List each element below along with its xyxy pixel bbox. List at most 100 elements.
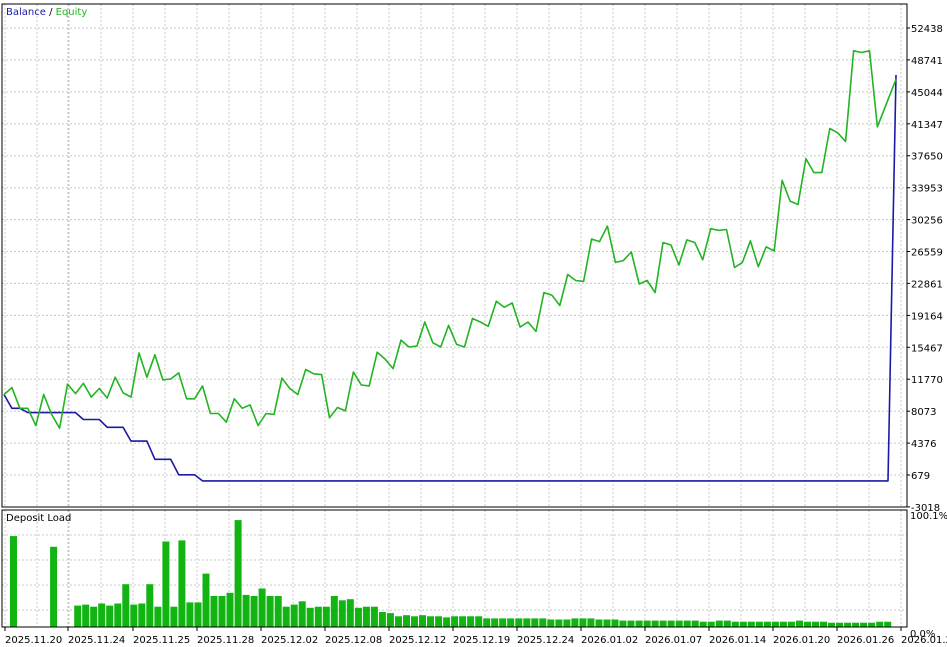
- load-bar: [771, 621, 779, 627]
- deposit-load-bars: [10, 520, 892, 627]
- legend-equity: Equity: [56, 7, 88, 18]
- load-bar: [306, 607, 314, 627]
- load-bar: [274, 596, 282, 627]
- load-bar: [579, 618, 587, 627]
- load-bar: [707, 621, 715, 627]
- load-bar: [475, 616, 483, 627]
- x-tick-label: 2026.01.07: [645, 635, 702, 646]
- x-tick-label: 2026.01.14: [709, 635, 766, 646]
- x-tick-label: 2026.01.20: [773, 635, 830, 646]
- x-tick-label: 2025.12.24: [517, 635, 574, 646]
- load-bar: [218, 596, 226, 627]
- y-tick-label: 30256: [911, 216, 943, 227]
- load-bar: [595, 619, 603, 627]
- load-bar: [186, 602, 194, 627]
- y-tick-label: 26559: [911, 248, 943, 259]
- load-bar: [226, 592, 234, 627]
- load-chart-frame: [1, 509, 908, 628]
- load-bar: [876, 621, 884, 627]
- load-bar: [106, 605, 114, 627]
- load-bar: [739, 621, 747, 627]
- load-bar: [443, 617, 451, 627]
- load-bar: [427, 616, 434, 627]
- legend-balance: Balance: [6, 7, 46, 18]
- x-tick-label: 2026.01.26: [837, 635, 894, 646]
- load-bar: [178, 540, 186, 627]
- load-bar: [74, 605, 82, 627]
- load-bar: [619, 620, 627, 627]
- load-bar: [499, 618, 507, 627]
- load-bar: [258, 588, 266, 627]
- load-bar: [844, 622, 852, 627]
- y-tick-label: 45044: [911, 88, 943, 99]
- load-bar: [603, 619, 611, 627]
- load-bar: [362, 606, 370, 627]
- load-bar: [467, 616, 475, 627]
- load-bar: [587, 618, 595, 627]
- load-bar: [130, 604, 138, 627]
- load-bar: [852, 622, 860, 627]
- x-tick-label: 2025.11.28: [197, 635, 254, 646]
- load-bar: [659, 620, 667, 627]
- load-bar: [523, 618, 531, 627]
- load-bar: [82, 604, 90, 627]
- load-bar: [675, 620, 683, 627]
- x-axis-labels: 2025.11.20 2025.11.24 2025.11.25 2025.11.28…: [5, 635, 947, 646]
- x-tick-label: 2026.01.02: [581, 635, 638, 646]
- y-tick-label: 19164: [911, 311, 943, 322]
- load-bar: [571, 618, 579, 627]
- load-bar: [507, 618, 515, 627]
- load-bar: [796, 620, 803, 627]
- load-bar: [643, 620, 651, 627]
- x-tick-label: 2025.11.24: [68, 635, 125, 646]
- load-bar: [322, 606, 330, 627]
- load-bar: [723, 620, 731, 627]
- y-tick-label: 22861: [911, 279, 943, 290]
- load-bar: [210, 596, 218, 627]
- y-tick-label: 41347: [911, 120, 943, 131]
- legend: Balance / Equity: [6, 7, 87, 18]
- load-bar: [779, 621, 787, 627]
- load-bar: [763, 621, 771, 627]
- x-tick-label: 2025.12.19: [453, 635, 510, 646]
- load-bar: [234, 520, 242, 627]
- load-bar: [298, 601, 306, 627]
- load-bar: [627, 620, 635, 627]
- load-bar: [266, 596, 274, 627]
- load-bar: [715, 620, 723, 627]
- load-bar: [515, 618, 523, 627]
- load-bar: [90, 606, 98, 627]
- load-bar: [563, 619, 571, 627]
- load-bar: [403, 615, 410, 627]
- load-bar: [820, 621, 827, 627]
- load-bar: [868, 622, 876, 627]
- load-bar: [667, 620, 675, 627]
- load-bar: [154, 606, 162, 627]
- load-bar: [378, 612, 386, 627]
- load-bar: [170, 606, 178, 627]
- load-bar: [699, 621, 707, 627]
- load-bar: [539, 618, 547, 627]
- chart-frames: [1, 3, 910, 631]
- y-tick-label: 8073: [911, 407, 936, 418]
- load-bar: [787, 621, 795, 627]
- load-bar: [683, 620, 691, 627]
- chart-canvas: 52438 48741 45044 41347 37650 33953 30256 26559…: [1, 3, 947, 646]
- load-bar: [411, 616, 418, 627]
- load-bar: [884, 621, 892, 627]
- y-tick-label: 33953: [911, 184, 943, 195]
- load-bar: [98, 603, 106, 627]
- load-bar: [531, 618, 539, 627]
- load-bar: [122, 584, 130, 627]
- load-bar: [611, 619, 619, 627]
- load-bar: [370, 606, 378, 627]
- load-bar: [731, 621, 739, 627]
- y-tick-label: 4376: [911, 439, 936, 450]
- x-tick-label: 2025.12.12: [389, 635, 446, 646]
- load-bar: [290, 604, 298, 627]
- load-bar: [812, 621, 819, 627]
- load-bar: [10, 536, 17, 627]
- x-tick-label: 2025.11.25: [133, 635, 190, 646]
- x-tick-label: 2025.12.08: [325, 635, 382, 646]
- load-bar: [386, 613, 394, 627]
